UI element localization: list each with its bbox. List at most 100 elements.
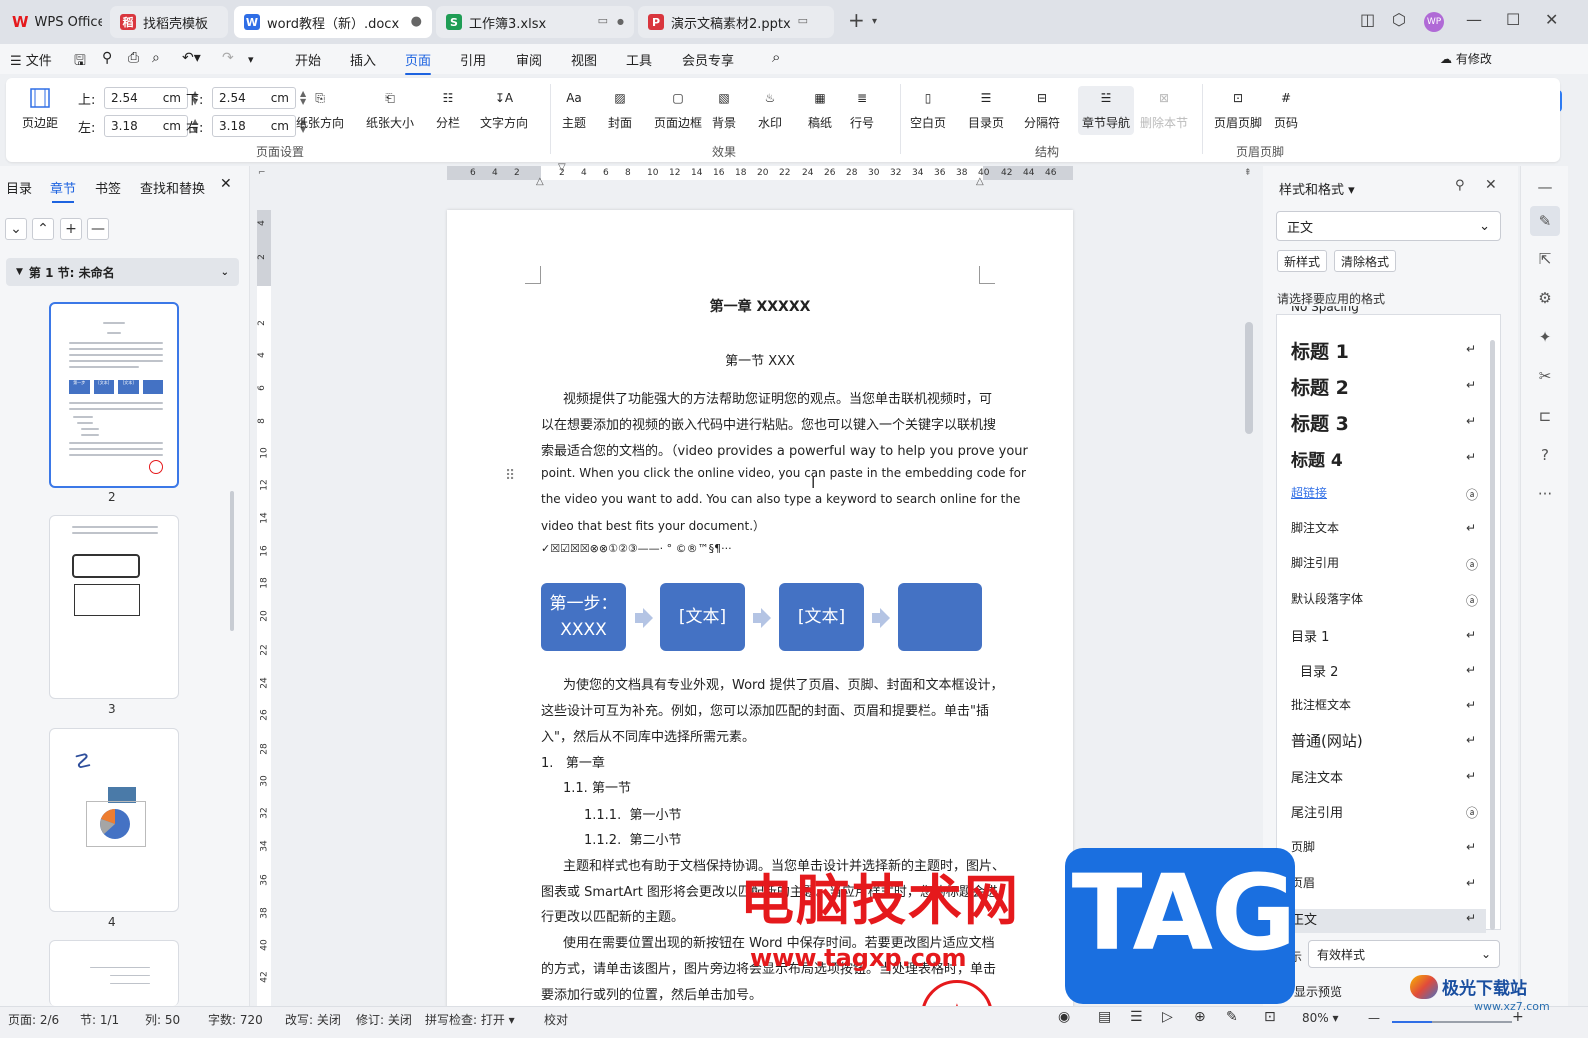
close-icon[interactable]: ✕ — [1545, 10, 1558, 29]
style-item[interactable]: 标题 1 — [1291, 337, 1349, 364]
link-icon[interactable]: ⚲ — [102, 50, 112, 66]
theme-button[interactable]: Aa 主题 — [562, 86, 586, 131]
indent-marker[interactable]: △ — [536, 176, 544, 187]
margin-top-field[interactable]: 上: 2.54 cm ▲ ▼ — [78, 87, 198, 109]
page-border-button[interactable]: ▢ 页面边框 — [654, 86, 702, 131]
close-tab-icon[interactable]: ● — [411, 14, 422, 29]
menu-member[interactable]: 会员专享 — [682, 50, 734, 69]
print-icon[interactable]: ⎙ — [128, 50, 139, 66]
new-style-button[interactable]: 新样式 — [1277, 250, 1327, 272]
smartart-step-1[interactable]: 第一步：XXXX — [541, 583, 626, 651]
indent-marker[interactable]: △ — [976, 176, 984, 187]
play-icon[interactable]: ▷ — [1162, 1009, 1173, 1025]
watermark-button[interactable]: ♨ 水印 — [758, 86, 782, 131]
save-icon[interactable]: 🖫 — [74, 50, 86, 74]
style-item[interactable]: 超链接 — [1291, 484, 1327, 501]
menu-file[interactable]: ☰ 文件 — [10, 50, 52, 69]
section-row[interactable]: ▼ 第 1 节: 未命名 ⌄ — [6, 258, 239, 286]
close-panel-icon[interactable]: ✕ — [220, 176, 232, 192]
margin-top-input[interactable]: 2.54 cm — [104, 87, 188, 109]
page-view-icon[interactable]: ▤ — [1098, 1009, 1111, 1025]
status-words[interactable]: 字数: 720 — [208, 1011, 263, 1028]
text-direction-button[interactable]: ↧A 文字方向 — [480, 86, 528, 131]
menu-start[interactable]: 开始 — [295, 50, 321, 69]
style-item[interactable]: 标题 3 — [1291, 409, 1349, 436]
chevron-down-icon[interactable]: ⌄ — [221, 267, 229, 278]
avatar[interactable]: WP — [1424, 12, 1444, 32]
style-panel-title[interactable]: 样式和格式 ▾ — [1279, 179, 1355, 198]
page-thumbnail-4[interactable]: ☡ — [49, 728, 179, 912]
minimize-icon[interactable]: — — [1466, 10, 1482, 29]
cube-icon[interactable]: ⬡ — [1392, 10, 1406, 29]
eye-icon[interactable]: ◉ — [1058, 1009, 1070, 1025]
outline-view-icon[interactable]: ☰ — [1130, 1009, 1143, 1025]
blank-page-button[interactable]: ▯ 空白页 — [910, 86, 946, 131]
margin-left-input[interactable]: 3.18 cm — [104, 115, 188, 137]
menu-tools[interactable]: 工具 — [626, 50, 652, 69]
page-thumbnail-2[interactable]: 第一步 [文本] [文本] — [49, 302, 179, 488]
style-item[interactable]: 脚注引用 — [1291, 554, 1339, 571]
status-proof[interactable]: 校对 — [544, 1011, 568, 1028]
tab-word-doc[interactable]: W word教程（新）.docx ● — [234, 6, 432, 38]
page-thumbnail-3[interactable] — [49, 515, 179, 699]
status-page[interactable]: 页面: 2/6 — [8, 1011, 59, 1028]
pen-icon[interactable]: ✎ — [1226, 1009, 1238, 1025]
search-icon[interactable]: ⌕ — [772, 48, 780, 66]
preview-icon[interactable]: ⌕ — [152, 50, 160, 66]
collapse-up-icon[interactable]: ⌃ — [32, 218, 54, 240]
current-style-select[interactable]: 正文 ⌄ — [1276, 211, 1501, 241]
tab-chapter[interactable]: 章节 — [50, 178, 76, 203]
separator-button[interactable]: ⊟ 分隔符 — [1024, 86, 1060, 131]
thumb-scrollbar[interactable] — [230, 491, 234, 631]
fit-icon[interactable]: ⊡ — [1264, 1009, 1276, 1025]
collapse-down-icon[interactable]: ⌄ — [5, 218, 27, 240]
tab-find-replace[interactable]: 查找和替换 — [140, 178, 205, 197]
tab-wps-office[interactable]: W WPS Office — [2, 6, 102, 38]
pin-icon[interactable]: ⚲ — [1455, 178, 1465, 193]
cover-button[interactable]: ▨ 封面 — [608, 86, 632, 131]
margin-bottom-field[interactable]: 下: 2.54 cm ▲ ▼ — [186, 87, 306, 109]
tools-icon[interactable]: ✂ — [1534, 365, 1556, 387]
redo-icon[interactable]: ↷ — [222, 50, 234, 66]
modified-indicator[interactable]: ☁ 有修改 — [1440, 50, 1492, 67]
style-item[interactable]: 普通(网站) — [1291, 730, 1363, 751]
smartart-box-4[interactable] — [898, 583, 982, 651]
minimize-panel-icon[interactable]: — — [1534, 176, 1556, 198]
status-column[interactable]: 列: 50 — [145, 1011, 180, 1028]
undo-icon[interactable]: ↶▾ — [182, 50, 201, 66]
drag-handle-icon[interactable]: ⠿ — [505, 468, 515, 484]
menu-insert[interactable]: 插入 — [350, 50, 376, 69]
help-icon[interactable]: ? — [1534, 444, 1556, 466]
section-title[interactable]: 第一节 XXX — [447, 350, 1073, 369]
clear-format-button[interactable]: 清除格式 — [1334, 250, 1396, 272]
chevron-down-icon[interactable]: ▾ — [872, 16, 877, 27]
style-item[interactable]: 目录 1 — [1291, 626, 1329, 645]
indent-marker[interactable]: ▽ — [558, 162, 566, 173]
vertical-ruler[interactable] — [257, 210, 271, 1006]
delete-section-button[interactable]: ⊠ 删除本节 — [1140, 86, 1188, 131]
style-item[interactable]: 目录 2 — [1300, 661, 1338, 680]
header-footer-button[interactable]: ⊡ 页眉页脚 — [1214, 86, 1262, 131]
margin-right-input[interactable]: 3.18 cm — [212, 115, 296, 137]
document-scrollbar[interactable] — [1245, 322, 1253, 434]
tab-toc[interactable]: 目录 — [6, 178, 32, 197]
style-item[interactable]: 标题 2 — [1291, 373, 1349, 400]
select-icon[interactable]: ⇱ — [1534, 248, 1556, 270]
close-panel-icon[interactable]: ✕ — [1485, 177, 1497, 193]
chapter-nav-button[interactable]: ☱ 章节导航 — [1078, 86, 1135, 135]
menu-review[interactable]: 审阅 — [516, 50, 542, 69]
tab-sheet[interactable]: S 工作簿3.xlsx ▭ ● — [436, 6, 634, 38]
margin-right-field[interactable]: 右: 3.18 cm ▲ ▼ — [186, 115, 306, 137]
line-number-button[interactable]: ≣ 行号 — [850, 86, 874, 131]
columns-button[interactable]: ☷ 分栏 — [436, 86, 460, 131]
style-item[interactable]: 尾注引用 — [1291, 802, 1343, 821]
more-icon[interactable]: ··· — [1534, 483, 1556, 505]
margin-left-field[interactable]: 左: 3.18 cm ▲ ▼ — [78, 115, 198, 137]
maximize-icon[interactable]: ☐ — [1506, 10, 1520, 29]
style-pen-icon[interactable]: ✎ — [1530, 206, 1560, 236]
new-tab-icon[interactable]: + — [848, 8, 865, 32]
style-item[interactable]: 默认段落字体 — [1291, 590, 1363, 607]
style-item[interactable]: 批注框文本 — [1291, 696, 1351, 713]
status-section[interactable]: 节: 1/1 — [80, 1011, 119, 1028]
tab-bookmark[interactable]: 书签 — [95, 178, 121, 197]
